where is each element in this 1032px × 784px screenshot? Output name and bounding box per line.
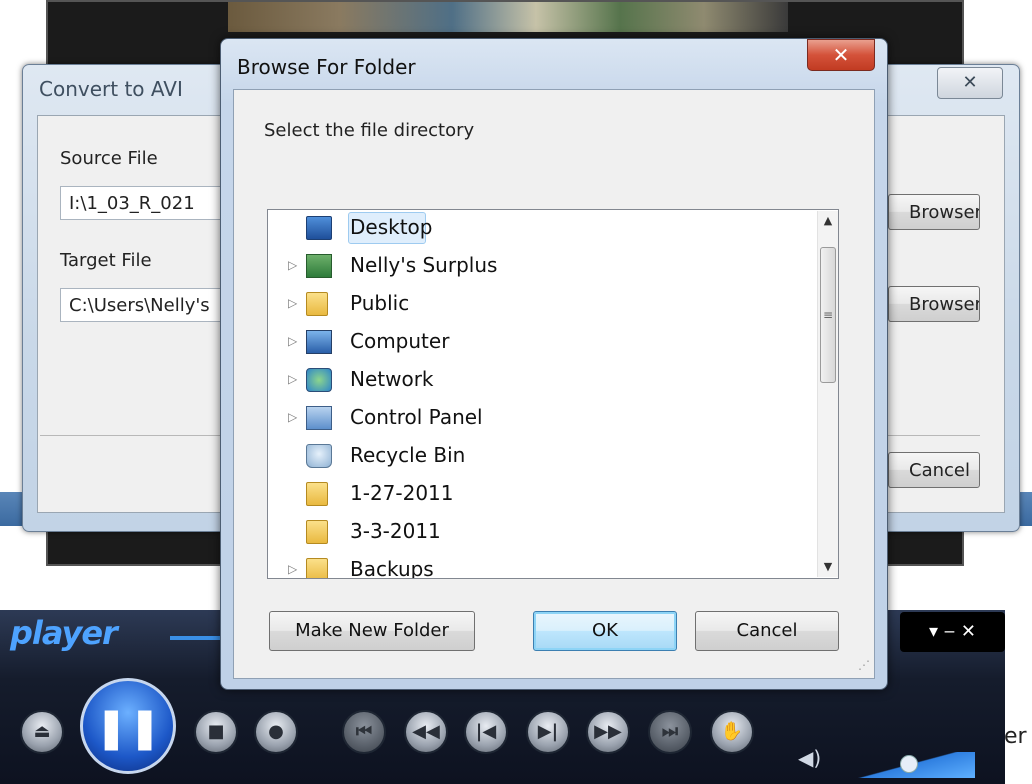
tree-item-network[interactable]: ▷ Network <box>268 362 808 400</box>
tree-item-backups[interactable]: ▷ Backups <box>268 552 808 579</box>
tree-item-label: Control Panel <box>350 405 483 429</box>
partial-text: er <box>1004 724 1027 749</box>
network-icon <box>306 368 332 392</box>
browse-for-folder-dialog: Browse For Folder ✕ Select the file dire… <box>220 38 888 690</box>
folder-icon <box>306 482 328 506</box>
control-panel-icon <box>306 406 332 430</box>
folder-tree[interactable]: Desktop ▷ Nelly's Surplus ▷ Public ▷ Com… <box>267 209 839 579</box>
convert-cancel-button[interactable]: Cancel <box>888 452 980 488</box>
folder-icon <box>306 292 328 316</box>
computer-icon <box>306 330 332 354</box>
eject-button[interactable]: ⏏ <box>20 710 64 754</box>
tree-item-label: 1-27-2011 <box>350 481 454 505</box>
player-logo: player <box>10 614 118 652</box>
browse-prompt: Select the file directory <box>264 120 475 141</box>
tree-item-nellys-surplus[interactable]: ▷ Nelly's Surplus <box>268 248 808 286</box>
tree-item-label: Network <box>350 367 434 391</box>
source-browser-button[interactable]: Browser <box>888 194 980 230</box>
source-file-label: Source File <box>60 148 158 169</box>
tree-item-1-27-2011[interactable]: 1-27-2011 <box>268 476 808 514</box>
scroll-up-icon[interactable]: ▲ <box>818 211 838 231</box>
target-browser-button[interactable]: Browser <box>888 286 980 322</box>
tree-item-public[interactable]: ▷ Public <box>268 286 808 324</box>
tree-item-label: 3-3-2011 <box>350 519 441 543</box>
browse-cancel-button[interactable]: Cancel <box>695 611 839 651</box>
tree-item-3-3-2011[interactable]: 3-3-2011 <box>268 514 808 552</box>
folder-icon <box>306 558 328 578</box>
tree-item-desktop[interactable]: Desktop <box>268 210 808 248</box>
forward-button[interactable]: ▶▶ <box>586 710 630 754</box>
next-button[interactable]: ▶| <box>526 710 570 754</box>
tree-item-label: Nelly's Surplus <box>350 253 498 277</box>
tree-item-control-panel[interactable]: ▷ Control Panel <box>268 400 808 438</box>
desktop-icon <box>306 216 332 240</box>
stop-button[interactable]: ■ <box>194 710 238 754</box>
rewind-button[interactable]: ◀◀ <box>404 710 448 754</box>
browse-dialog-title: Browse For Folder <box>237 55 416 79</box>
tree-item-label: Backups <box>350 557 434 579</box>
browse-dialog-body: Select the file directory Desktop ▷ Nell… <box>233 89 875 679</box>
video-thumbnail-strip <box>228 2 788 32</box>
make-new-folder-button[interactable]: Make New Folder <box>269 611 475 651</box>
convert-close-button[interactable]: ✕ <box>937 67 1003 99</box>
player-window-controls[interactable]: ▾ ‒ ✕ <box>900 612 1005 652</box>
tree-item-computer[interactable]: ▷ Computer <box>268 324 808 362</box>
expand-arrow-icon[interactable]: ▷ <box>288 258 302 272</box>
expand-arrow-icon[interactable]: ▷ <box>288 296 302 310</box>
volume-icon[interactable]: ◀) <box>798 746 821 770</box>
prev-button[interactable]: |◀ <box>464 710 508 754</box>
volume-knob[interactable] <box>900 755 918 773</box>
pause-button[interactable]: ❚❚ <box>80 678 176 774</box>
scroll-thumb[interactable]: ≡ <box>820 247 836 383</box>
target-file-label: Target File <box>60 250 152 271</box>
prev-chapter-button[interactable]: ⏮ <box>342 710 386 754</box>
tree-item-label: Computer <box>350 329 450 353</box>
hand-button[interactable]: ✋ <box>710 710 754 754</box>
tree-item-label: Public <box>350 291 410 315</box>
next-chapter-button[interactable]: ⏭ <box>648 710 692 754</box>
tree-vertical-scrollbar[interactable]: ▲ ≡ ▼ <box>817 211 838 577</box>
expand-arrow-icon[interactable]: ▷ <box>288 562 302 576</box>
folder-icon <box>306 520 328 544</box>
ok-button[interactable]: OK <box>533 611 677 651</box>
expand-arrow-icon[interactable]: ▷ <box>288 334 302 348</box>
expand-arrow-icon[interactable]: ▷ <box>288 372 302 386</box>
tree-item-recycle-bin[interactable]: Recycle Bin <box>268 438 808 476</box>
scroll-down-icon[interactable]: ▼ <box>818 557 838 577</box>
tree-item-label: Desktop <box>350 215 433 239</box>
recycle-bin-icon <box>306 444 332 468</box>
user-folder-icon <box>306 254 332 278</box>
resize-grip-icon[interactable]: ⋰ <box>858 658 872 672</box>
browse-close-button[interactable]: ✕ <box>807 39 875 71</box>
record-button[interactable]: ● <box>254 710 298 754</box>
tree-item-label: Recycle Bin <box>350 443 466 467</box>
convert-dialog-title: Convert to AVI <box>39 77 183 101</box>
expand-arrow-icon[interactable]: ▷ <box>288 410 302 424</box>
